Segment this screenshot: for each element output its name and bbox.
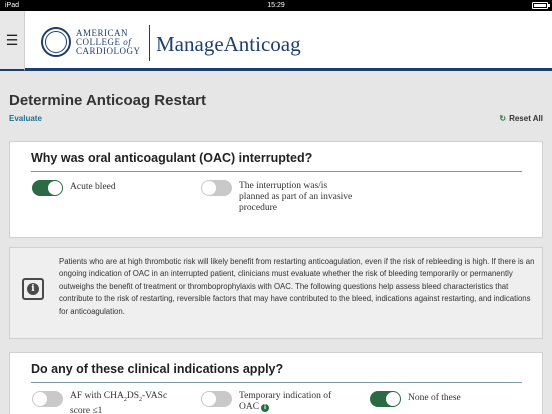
divider [31,382,522,383]
logo-divider [149,25,150,61]
info-icon: i [22,278,44,300]
acute-bleed-toggle[interactable] [32,180,63,196]
info-panel: i Patients who are at high thrombotic ri… [9,247,543,339]
planned-interruption-toggle[interactable] [201,180,232,196]
hamburger-icon: ☰ [5,32,19,48]
af-chads-vasc-label: AF with CHA2DS2-VASc score ≤1 [70,391,168,414]
status-bar: iPad 15:29 [0,0,552,11]
none-of-these-label: None of these [408,393,461,403]
clinical-indications-card: Do any of these clinical indications app… [9,352,543,414]
status-time: 15:29 [267,2,285,9]
info-icon[interactable]: i [261,404,270,412]
none-of-these-toggle[interactable] [370,391,401,407]
acc-seal-icon [41,27,71,57]
oac-interruption-card: Why was oral anticoagulant (OAC) interru… [9,141,543,238]
acc-logo-text: AMERICAN COLLEGE of CARDIOLOGY [76,28,141,56]
question-title: Why was oral anticoagulant (OAC) interru… [31,151,313,165]
info-text: Patients who are at high thrombotic risk… [59,257,535,316]
battery-icon [532,2,550,9]
af-chads-vasc-toggle[interactable] [32,391,63,407]
app-header: ☰ AMERICAN COLLEGE of CARDIOLOGY ManageA… [0,11,552,71]
page-title: Determine Anticoag Restart [9,92,206,109]
question-title: Do any of these clinical indications app… [31,362,284,376]
temporary-indication-label: Temporary indication of OAC i [239,391,332,412]
divider [31,171,522,172]
planned-interruption-label: The interruption was/is planned as part … [239,181,353,213]
reset-all-button[interactable]: ↻ Reset All [499,114,543,123]
refresh-icon: ↻ [499,114,507,123]
temporary-indication-toggle[interactable] [201,391,232,407]
acute-bleed-label: Acute bleed [70,182,116,192]
menu-button[interactable]: ☰ [0,11,25,71]
breadcrumb-evaluate[interactable]: Evaluate [9,114,42,123]
app-name: ManageAnticoag [156,32,301,56]
